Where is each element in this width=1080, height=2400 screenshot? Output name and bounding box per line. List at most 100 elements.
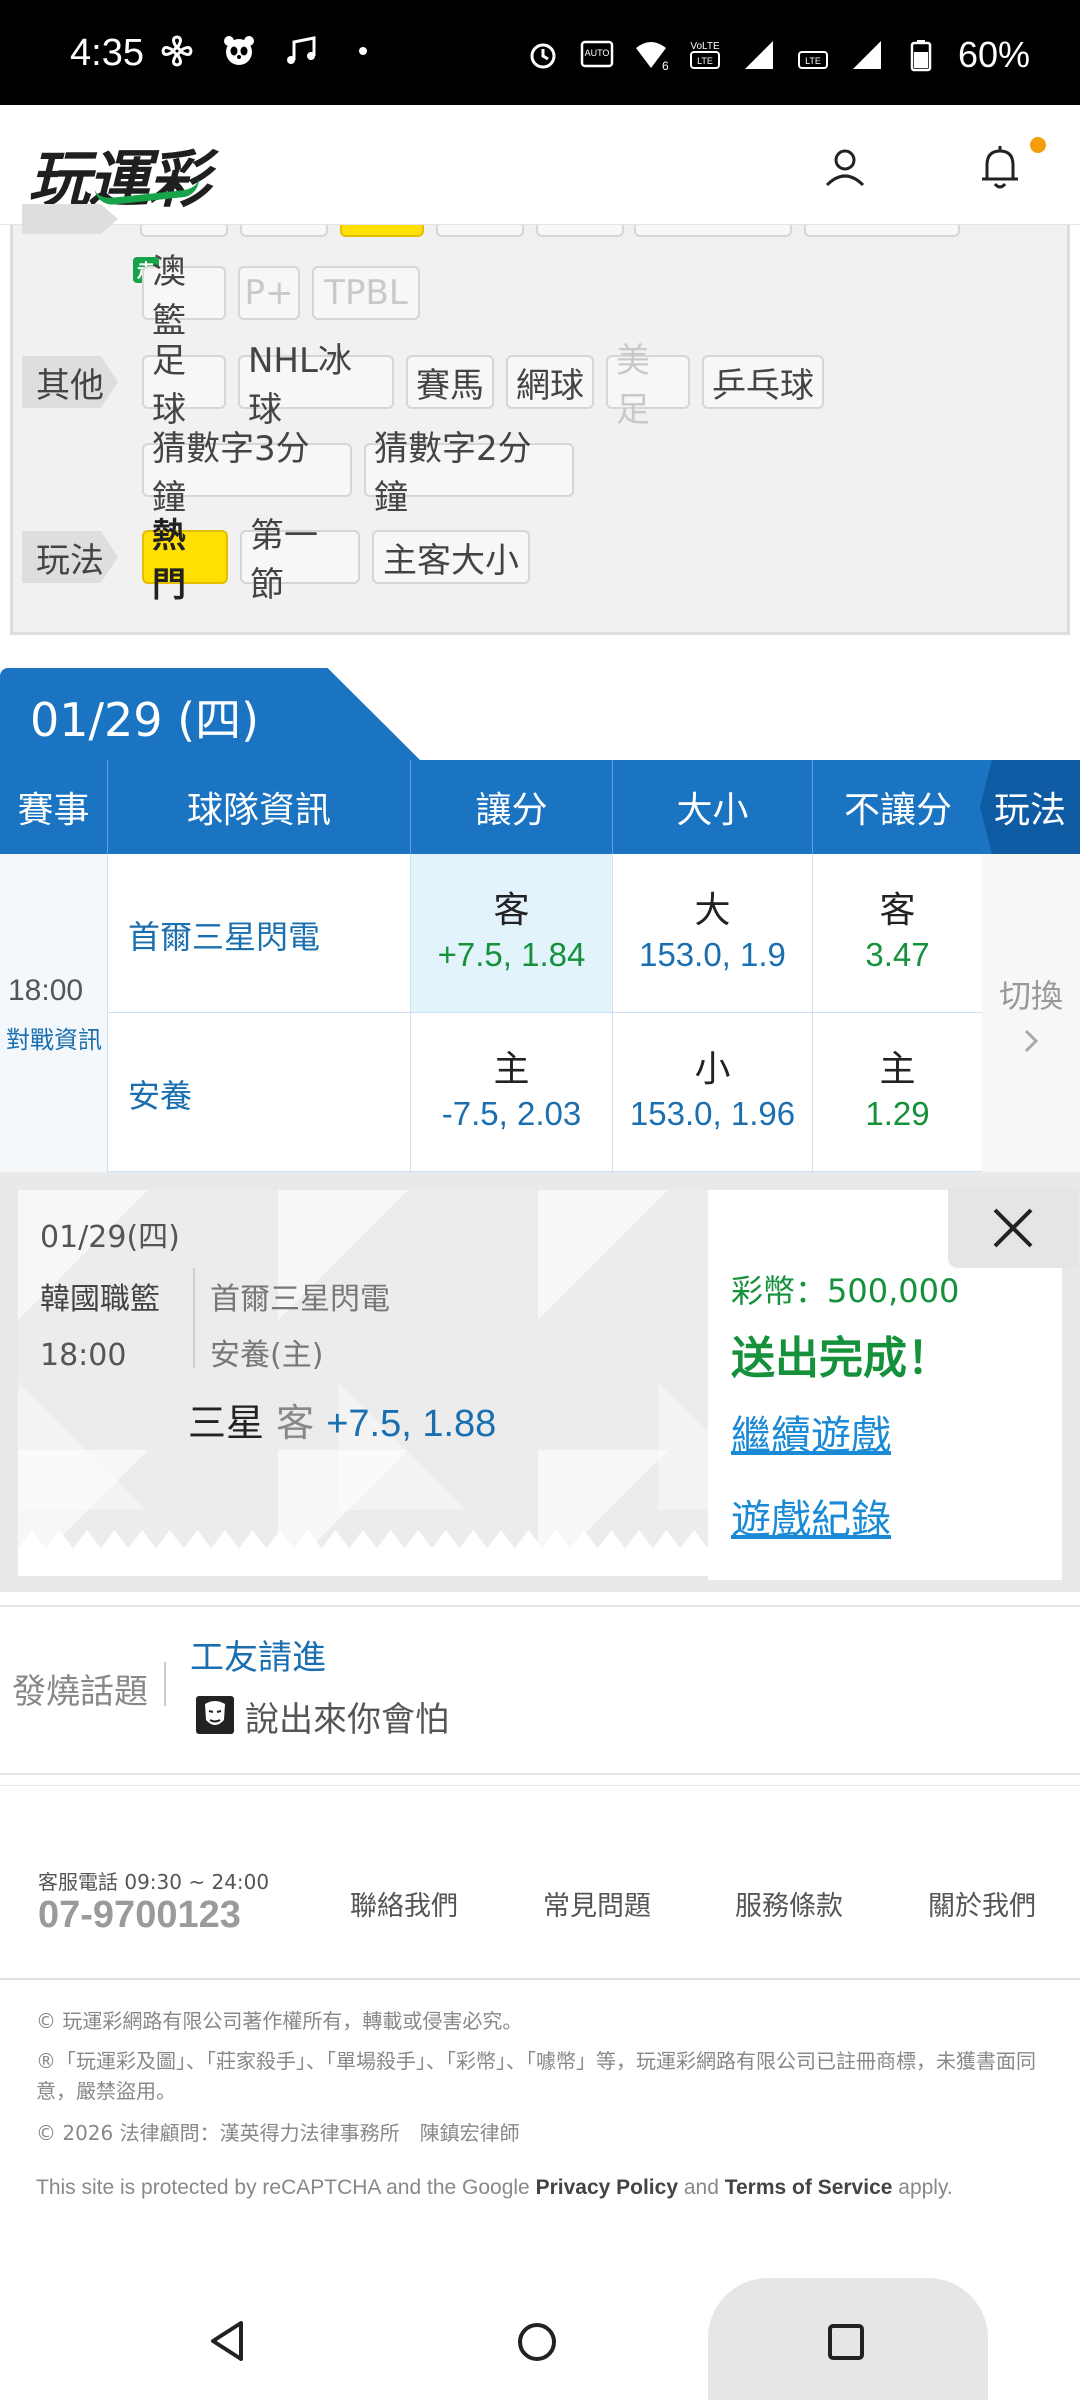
recaptcha-and: and bbox=[678, 2176, 725, 2199]
row-label-other: 其他 bbox=[22, 356, 118, 408]
volte-2-icon: LTE bbox=[797, 51, 828, 69]
away-spread-side: 客 bbox=[493, 890, 530, 931]
tag-tennis[interactable]: 網球 bbox=[506, 355, 594, 409]
game-time-column: 18:00 對戰資訊 bbox=[0, 854, 108, 1172]
hot-topic-title[interactable]: 工友請進 bbox=[190, 1630, 326, 1679]
signal-icon bbox=[744, 41, 773, 69]
tag-guess-number-2[interactable]: 猜數字2分鐘 bbox=[364, 429, 574, 518]
home-ml-cell[interactable]: 主 1.29 bbox=[813, 1013, 983, 1172]
tag-horse-racing[interactable]: 賽馬 bbox=[406, 355, 494, 409]
alarm-icon bbox=[530, 43, 556, 69]
continue-game-link[interactable]: 繼續遊戲 bbox=[731, 1403, 891, 1461]
tag-p-plus[interactable]: P+ bbox=[238, 266, 300, 320]
th-moneyline: 不讓分 bbox=[843, 790, 952, 831]
tag-partial bbox=[140, 225, 228, 237]
bell-icon[interactable] bbox=[975, 141, 1025, 195]
trademark-text: ®「玩運彩及圖」、「莊家殺手」、「單場殺手」、「彩幣」、「噱幣」等，玩運彩網路有… bbox=[36, 2049, 1036, 2103]
success-message: 送出完成！ bbox=[731, 1333, 951, 1384]
th-play[interactable]: 玩法 bbox=[980, 760, 1080, 854]
row-label-play: 玩法 bbox=[22, 531, 118, 583]
hot-topic-subtitle[interactable]: 說出來你會怕 bbox=[245, 1692, 449, 1741]
wifi-6-icon: 6 bbox=[635, 42, 668, 72]
footer-divider bbox=[0, 1785, 1080, 1786]
svg-text:VoLTE: VoLTE bbox=[690, 41, 720, 52]
tag-nhl[interactable]: NHL冰球 bbox=[238, 341, 394, 430]
home-icon[interactable] bbox=[515, 2320, 559, 2364]
over-value: 153.0, 1.9 bbox=[639, 936, 786, 973]
status-time: 4:35 bbox=[70, 32, 144, 74]
th-team-info: 球隊資訊 bbox=[108, 760, 411, 854]
panda-icon bbox=[224, 36, 254, 65]
row-label-partial bbox=[22, 204, 118, 234]
ticket-home-team: 安養(主) bbox=[210, 1338, 324, 1373]
away-team-cell: 首爾三星閃電 bbox=[108, 854, 411, 1013]
switch-label: 切換 bbox=[998, 977, 1063, 1015]
pinwheel-icon bbox=[161, 35, 193, 67]
tag-soccer[interactable]: 足球 bbox=[142, 341, 226, 430]
coins-label: 彩幣：500,000 bbox=[731, 1272, 960, 1310]
away-spread-cell[interactable]: 客 +7.5, 1.84 bbox=[411, 854, 613, 1013]
footer-link-contact[interactable]: 聯絡我們 bbox=[350, 1884, 458, 1923]
recents-icon[interactable] bbox=[826, 2322, 866, 2362]
ticket-date: 01/29(四) bbox=[40, 1220, 180, 1255]
away-ml-value: 3.47 bbox=[865, 936, 930, 973]
home-ml-value: 1.29 bbox=[865, 1095, 930, 1132]
ticket-away-team: 首爾三星閃電 bbox=[210, 1282, 390, 1317]
th-spread: 讓分 bbox=[411, 760, 613, 854]
tag-first-quarter[interactable]: 第一節 bbox=[240, 516, 360, 605]
tag-partial bbox=[436, 225, 524, 237]
away-ml-cell[interactable]: 客 3.47 bbox=[813, 854, 983, 1013]
home-team-cell: 安養 bbox=[108, 1013, 411, 1172]
tag-hot[interactable]: 熱門 bbox=[142, 516, 228, 605]
over-cell[interactable]: 大 153.0, 1.9 bbox=[613, 854, 813, 1013]
under-cell[interactable]: 小 153.0, 1.96 bbox=[613, 1013, 813, 1172]
privacy-policy-link[interactable]: Privacy Policy bbox=[536, 2176, 678, 2199]
away-team-name[interactable]: 首爾三星閃電 bbox=[128, 912, 320, 958]
status-bar: 4:35 AUTO 6 LTE VoLTE LTE 60% bbox=[0, 0, 1080, 105]
pick-team: 三星 bbox=[188, 1401, 265, 1445]
tag-american-football[interactable]: 美足 bbox=[606, 341, 690, 430]
dot-icon bbox=[359, 47, 367, 55]
battery-percent: 60% bbox=[957, 34, 1030, 75]
ticket-divider bbox=[193, 1268, 195, 1368]
matchup-link[interactable]: 對戰資訊 bbox=[6, 1020, 102, 1055]
tag-guess-number-3[interactable]: 猜數字3分鐘 bbox=[142, 429, 352, 518]
game-time: 18:00 bbox=[8, 974, 84, 1007]
date-tab[interactable]: 01/29 (四) bbox=[0, 668, 420, 760]
footer-link-faq[interactable]: 常見問題 bbox=[543, 1884, 651, 1923]
user-icon[interactable] bbox=[820, 143, 870, 193]
tag-partial bbox=[634, 225, 792, 237]
auto-hz-icon: AUTO bbox=[580, 40, 614, 68]
tag-home-away-total[interactable]: 主客大小 bbox=[372, 530, 530, 584]
date-bar: 01/29 (四) bbox=[0, 668, 1080, 760]
signal-icon bbox=[852, 41, 881, 69]
home-team-name[interactable]: 安養 bbox=[128, 1071, 192, 1117]
hotline-number[interactable]: 07-9700123 bbox=[38, 1894, 241, 1937]
home-spread-value: -7.5, 2.03 bbox=[441, 1095, 582, 1132]
game-history-link[interactable]: 遊戲紀錄 bbox=[731, 1487, 891, 1545]
under-value: 153.0, 1.96 bbox=[629, 1095, 796, 1132]
ticket-league: 韓國職籃 bbox=[40, 1282, 160, 1317]
tag-partial bbox=[536, 225, 624, 237]
footer-link-terms[interactable]: 服務條款 bbox=[735, 1884, 843, 1923]
app-header: 玩運彩 bbox=[0, 105, 1080, 225]
svg-text:LTE: LTE bbox=[697, 56, 713, 66]
back-icon[interactable] bbox=[205, 2318, 249, 2364]
terms-of-service-link[interactable]: Terms of Service bbox=[725, 2176, 893, 2199]
close-icon bbox=[993, 1208, 1033, 1248]
anonymous-mask-icon bbox=[196, 1696, 234, 1734]
home-spread-cell[interactable]: 主 -7.5, 2.03 bbox=[411, 1013, 613, 1172]
away-spread-value: +7.5, 1.84 bbox=[437, 936, 586, 973]
tag-tpbl[interactable]: TPBL bbox=[312, 266, 420, 320]
hot-topic-label: 發燒話題 bbox=[12, 1672, 148, 1712]
switch-play-button[interactable]: 切換 bbox=[982, 854, 1080, 1172]
tag-partial bbox=[804, 225, 960, 237]
footer-link-about[interactable]: 關於我們 bbox=[928, 1884, 1036, 1923]
tag-aus-basketball[interactable]: 澳籃 bbox=[142, 252, 226, 341]
hotline-label: 客服電話 09:30 ~ 24:00 bbox=[38, 1870, 270, 1894]
tag-table-tennis[interactable]: 乒乓球 bbox=[702, 355, 824, 409]
hot-topic-section bbox=[0, 1605, 1080, 1775]
music-note-icon bbox=[287, 36, 316, 64]
volte-1-icon: LTE VoLTE bbox=[689, 41, 720, 69]
close-button[interactable] bbox=[948, 1188, 1078, 1268]
